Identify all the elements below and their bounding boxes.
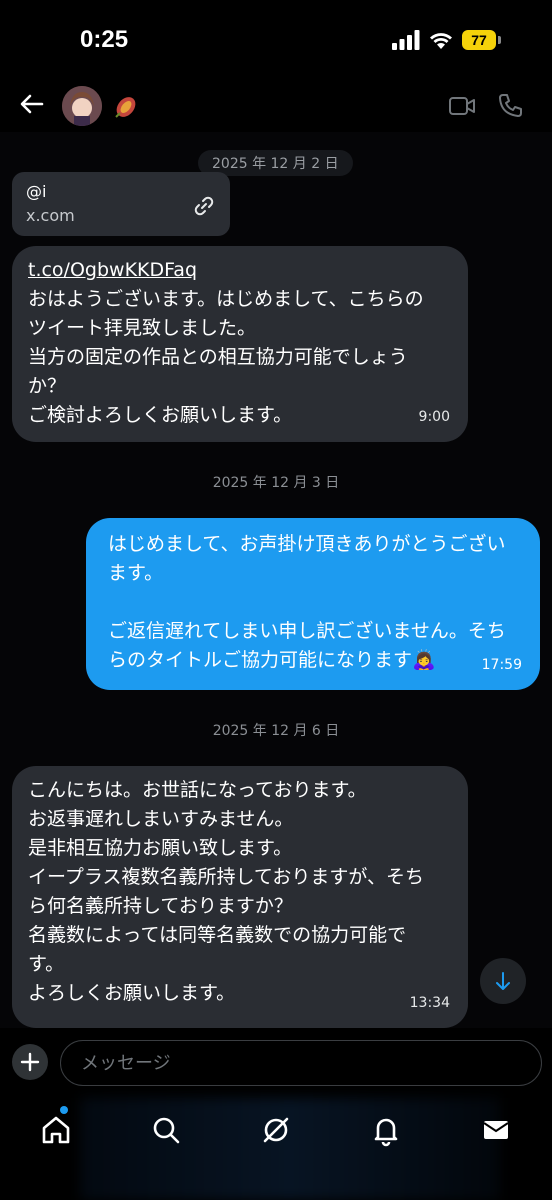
- date-separator: 2025 年 12 月 6 日: [212, 723, 340, 739]
- status-time: 0:25: [80, 26, 129, 53]
- message-bubble-incoming[interactable]: t.co/OgbwKKDFaq おはようございます。はじめまして、こちらの ツイ…: [12, 246, 468, 442]
- phone-call-icon[interactable]: [498, 92, 524, 118]
- message-time: 9:00: [418, 409, 450, 425]
- link-preview-domain: x.com: [26, 206, 75, 225]
- bottom-tab-bar: [0, 1098, 552, 1200]
- message-bubble-incoming[interactable]: こんにちは。お世話になっております。 お返事遅れしまいすみません。 是非相互協力…: [12, 766, 468, 1028]
- home-icon[interactable]: [36, 1110, 76, 1150]
- mail-icon[interactable]: [476, 1110, 516, 1150]
- message-composer: [0, 1028, 552, 1098]
- wifi-icon: [430, 33, 452, 49]
- battery-indicator: 77: [462, 30, 502, 50]
- message-bubble-outgoing[interactable]: はじめまして、お声掛け頂きありがとうござい ます。 ご返信遅れてしまい申し訳ござ…: [86, 518, 540, 690]
- plus-icon: [20, 1052, 40, 1072]
- message-time: 17:59: [481, 657, 522, 673]
- grok-icon[interactable]: [256, 1110, 296, 1150]
- video-call-icon[interactable]: [448, 94, 476, 118]
- battery-tip: [498, 36, 501, 44]
- message-text: はじめまして、お声掛け頂きありがとうござい ます。 ご返信遅れてしまい申し訳ござ…: [108, 533, 506, 671]
- back-arrow-icon[interactable]: [18, 90, 46, 118]
- conversation-header: [0, 80, 552, 132]
- bell-icon[interactable]: [366, 1110, 406, 1150]
- message-thread[interactable]: 2025 年 12 月 2 日 @i x.com t.co/OgbwKKDFaq…: [0, 132, 552, 1028]
- cellular-signal-icon: [392, 30, 420, 50]
- search-icon[interactable]: [146, 1110, 186, 1150]
- sweet-potato-emoji: [115, 97, 136, 118]
- arrow-down-icon: [496, 972, 510, 990]
- battery-level: 77: [462, 30, 496, 50]
- avatar-illustration: [62, 86, 102, 126]
- date-separator: 2025 年 12 月 3 日: [212, 475, 340, 491]
- status-bar: 0:25 77: [0, 0, 552, 80]
- scroll-to-bottom-button[interactable]: [480, 958, 526, 1004]
- message-text: こんにちは。お世話になっております。 お返事遅れしまいすみません。 是非相互協力…: [28, 779, 424, 1004]
- link-preview-card[interactable]: @i x.com: [12, 172, 230, 236]
- message-link[interactable]: t.co/OgbwKKDFaq: [28, 256, 452, 285]
- message-time: 13:34: [409, 995, 450, 1011]
- message-input[interactable]: [60, 1040, 542, 1086]
- avatar[interactable]: [62, 86, 102, 126]
- add-attachment-button[interactable]: [12, 1044, 48, 1080]
- notification-dot: [60, 1106, 68, 1114]
- message-text: おはようございます。はじめまして、こちらの ツイート拝見致しました。 当方の固定…: [28, 288, 424, 426]
- link-icon: [194, 196, 214, 216]
- link-preview-handle: @i: [26, 182, 47, 201]
